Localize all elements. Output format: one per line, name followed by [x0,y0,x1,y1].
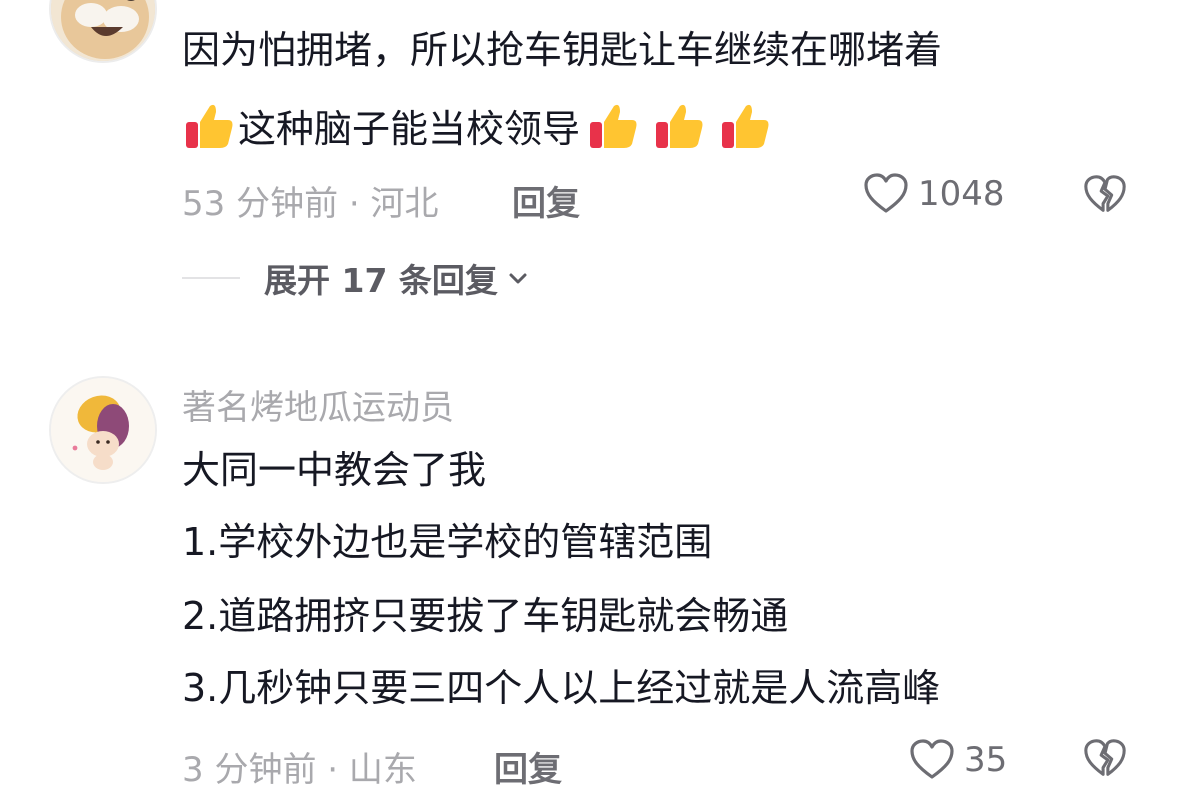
like-button[interactable]: 1048 [862,170,1005,218]
comment-time-location: 53 分钟前 · 河北 [182,184,439,224]
like-button[interactable]: 35 [908,736,1007,784]
comment-text-line: 因为怕拥堵，所以抢车钥匙让车继续在哪堵着 [182,28,943,72]
comment-time-location: 3 分钟前 · 山东 [182,750,417,790]
like-count: 35 [964,740,1008,780]
dislike-button[interactable] [1082,172,1128,222]
expand-replies-label: 展开 17 条回复 [264,261,498,300]
comment-text: 这种脑子能当校领导 [238,107,581,151]
username[interactable]: 著名烤地瓜运动员 [182,380,454,429]
expand-replies-button[interactable]: 展开 17 条回复 [182,254,532,302]
comment-text-line: 大同一中教会了我 [182,448,487,492]
avatar[interactable] [49,0,157,63]
thumbs-up-icon [718,98,774,165]
comment-item: 著名烤地瓜运动员 大同一中教会了我 1.学校外边也是学校的管辖范围 2.道路拥挤… [0,330,1179,790]
like-count: 1048 [918,174,1005,214]
avatar[interactable] [49,376,157,484]
thumbs-up-icon [586,98,642,165]
reply-button[interactable]: 回复 [512,176,580,225]
comment-item: 因为怕拥堵，所以抢车钥匙让车继续在哪堵着 这种脑子能当校领导 53 分钟前 · … [0,0,1179,330]
chevron-down-icon [509,273,527,284]
thumbs-up-icon [182,98,238,165]
comment-text-line: 2.道路拥挤只要拔了车钥匙就会畅通 [182,594,789,638]
heart-icon [864,173,908,213]
divider [182,277,240,279]
dislike-button[interactable] [1082,736,1128,786]
thumbs-up-icon [652,98,708,165]
reply-button[interactable]: 回复 [494,742,562,791]
broken-heart-icon [1084,739,1126,776]
heart-icon [910,739,954,779]
sweet-potato-avatar-icon [51,378,155,482]
comment-text-line: 3.几秒钟只要三四个人以上经过就是人流高峰 [182,666,941,710]
comment-text-line: 这种脑子能当校领导 [182,98,774,165]
dog-avatar-icon [51,0,155,61]
comment-text-line: 1.学校外边也是学校的管辖范围 [182,520,713,564]
broken-heart-icon [1084,175,1126,212]
